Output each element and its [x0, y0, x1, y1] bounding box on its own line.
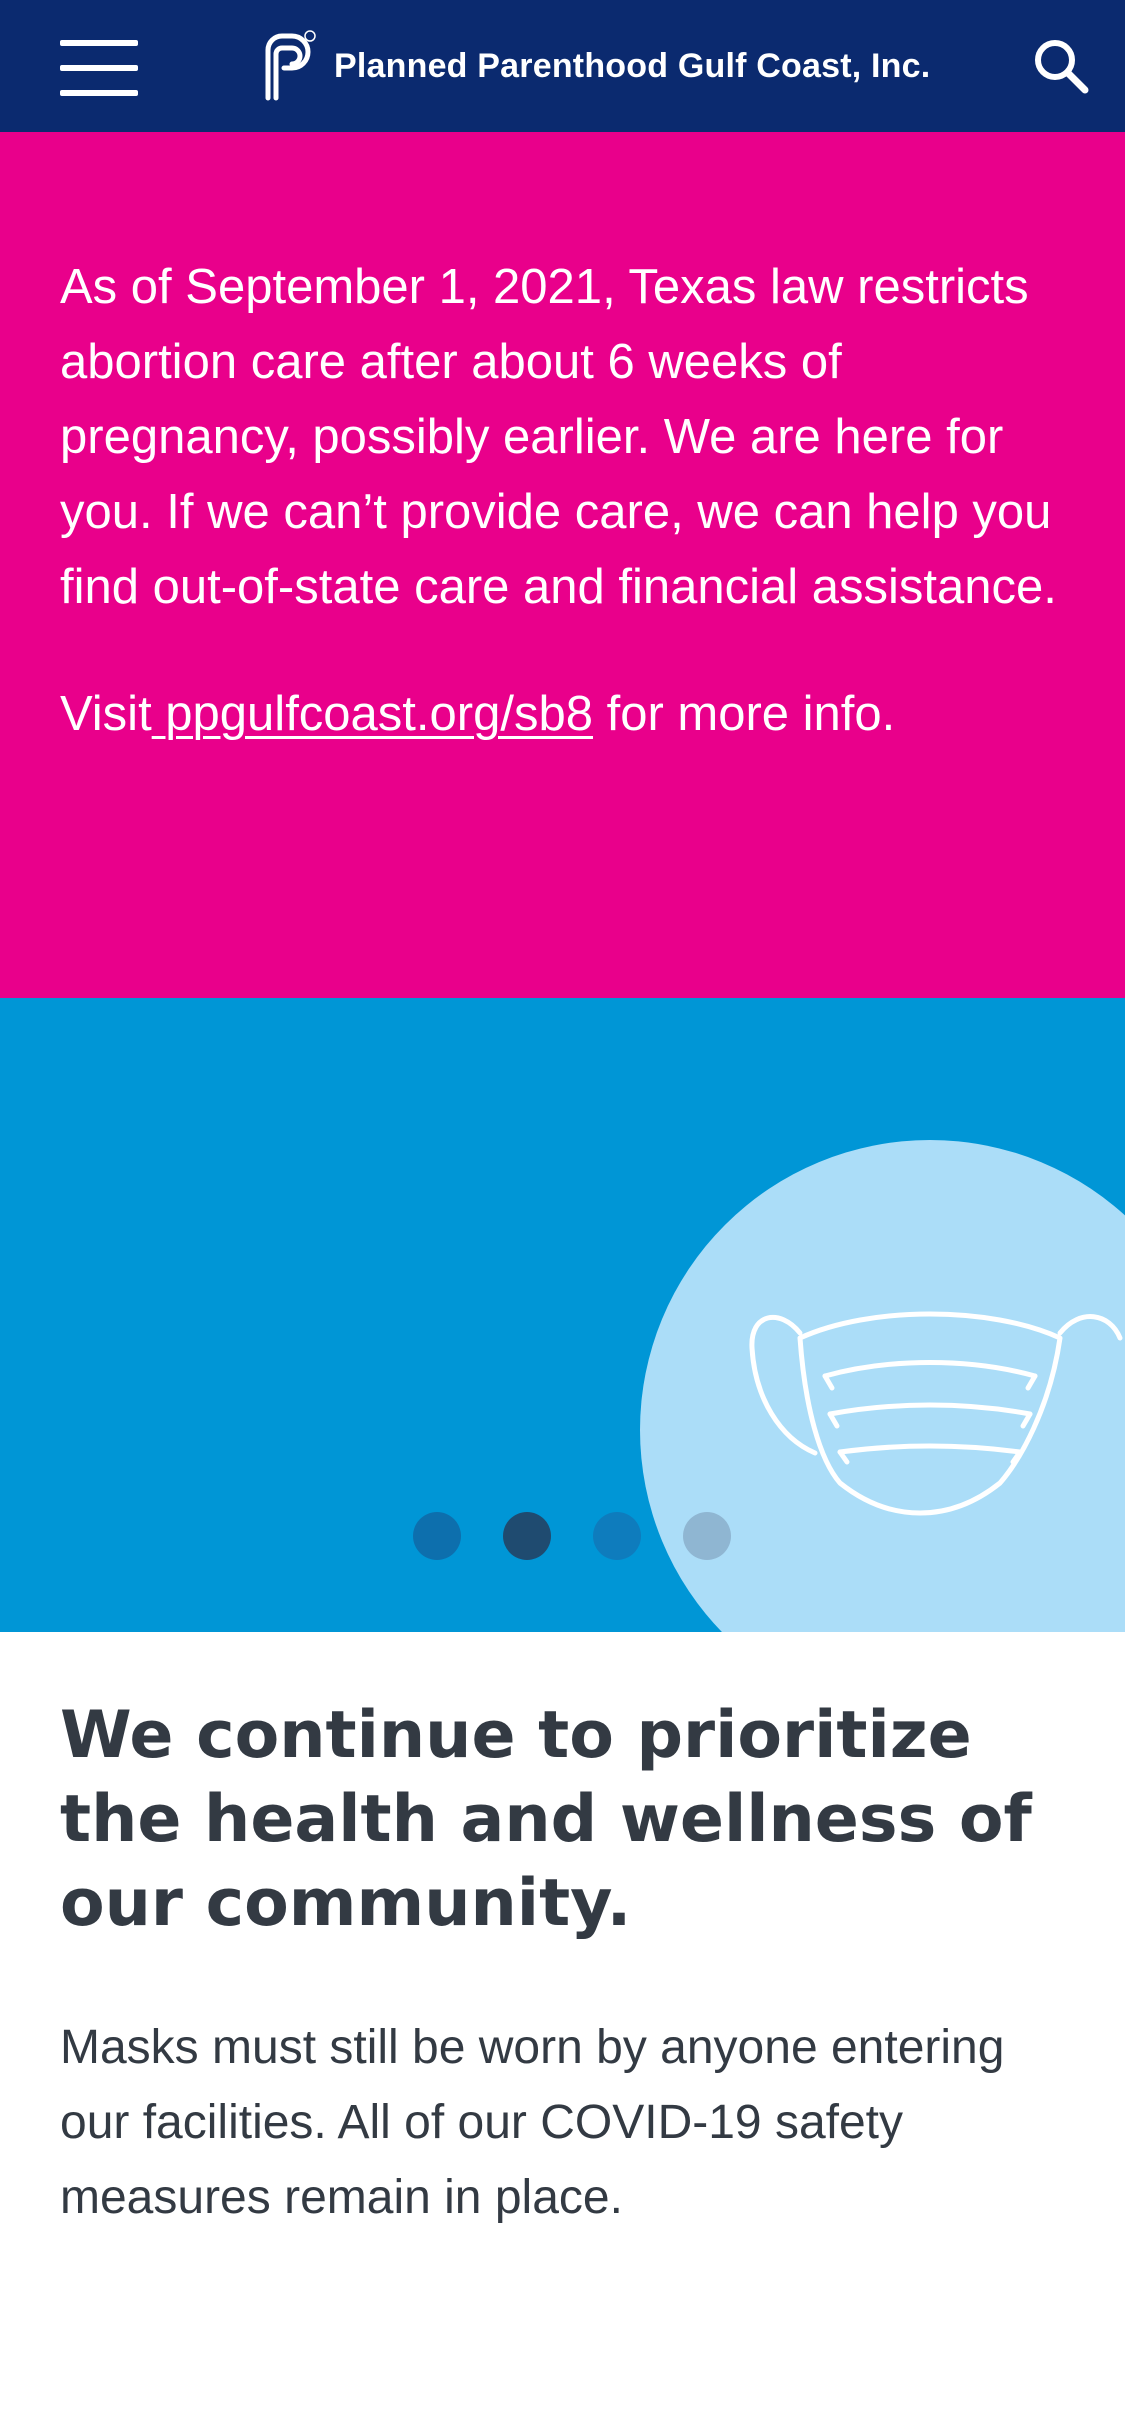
alert-visit-prefix: Visit — [60, 687, 152, 741]
menu-bar — [60, 90, 138, 96]
search-icon-graphic — [1035, 40, 1089, 94]
brand-home-link[interactable]: Planned Parenthood Gulf Coast, Inc. — [258, 28, 930, 104]
carousel-dot-3[interactable] — [593, 1512, 641, 1560]
carousel-dot-2-active[interactable] — [503, 1512, 551, 1560]
sb8-alert-banner: As of September 1, 2021, Texas law restr… — [0, 132, 1125, 998]
hamburger-menu-icon[interactable] — [60, 40, 138, 96]
menu-bar — [60, 40, 138, 46]
carousel-dot-1[interactable] — [413, 1512, 461, 1560]
site-header: Planned Parenthood Gulf Coast, Inc. — [0, 0, 1125, 132]
section-headline: We continue to prioritize the health and… — [60, 1698, 1032, 1941]
carousel-pagination — [413, 1512, 731, 1560]
hero-carousel — [0, 998, 1125, 1632]
alert-message: As of September 1, 2021, Texas law restr… — [60, 260, 1057, 614]
menu-bar — [60, 65, 138, 71]
section-body: Masks must still be worn by anyone enter… — [60, 2021, 1005, 2224]
alert-visit-suffix: for more info. — [592, 687, 896, 741]
carousel-dot-4[interactable] — [683, 1512, 731, 1560]
brand-name: Planned Parenthood Gulf Coast, Inc. — [334, 46, 931, 85]
alert-visit-line: Visit ppgulfcoast.org/sb8 for more info. — [60, 677, 1070, 752]
planned-parenthood-logo-icon — [265, 30, 316, 101]
sb8-info-link[interactable]: ppgulfcoast.org/sb8 — [152, 687, 593, 741]
search-icon[interactable] — [1033, 38, 1089, 94]
face-mask-icon — [749, 1311, 1123, 1516]
covid-update-section: We continue to prioritize the health and… — [0, 1632, 1125, 2235]
